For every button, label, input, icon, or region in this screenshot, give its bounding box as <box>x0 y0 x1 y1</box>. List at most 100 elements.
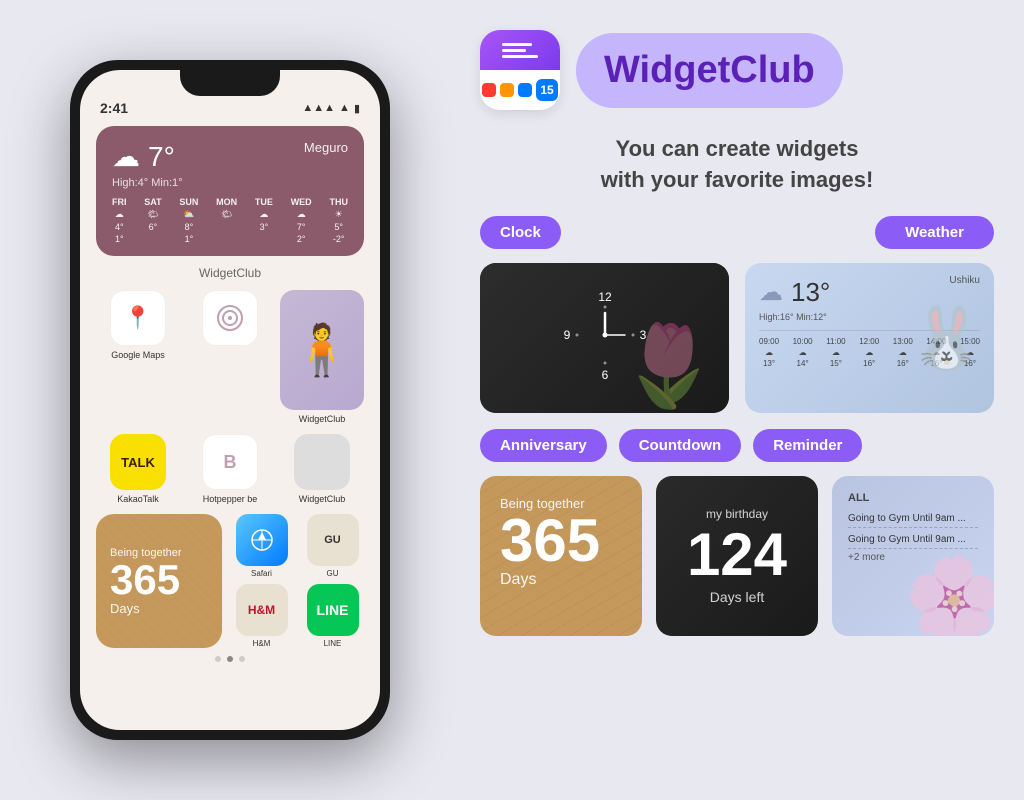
day-mon: MON <box>216 197 237 207</box>
logo-dot-blue <box>518 83 532 97</box>
cloud-icon: ☁ <box>112 140 140 173</box>
app-item-hm[interactable]: H&M H&M <box>230 584 293 648</box>
day-sun: SUN <box>179 197 198 207</box>
app-item-widgetclub-photo[interactable]: 🧍 WidgetClub <box>280 290 364 424</box>
day-wed-icon: ☁ <box>297 209 306 220</box>
anniversary-content: Being together 365 Days <box>480 476 642 609</box>
day-fri: FRI <box>112 197 127 207</box>
phone-weather-widget[interactable]: ☁ 7° Meguro High:4° Min:1° FRI☁4°1° SAT🌤… <box>96 126 364 256</box>
safari-name: Safari <box>251 569 272 578</box>
app-item-line[interactable]: LINE LINE <box>301 584 364 648</box>
widgetclub2-app-name: WidgetClub <box>299 494 346 504</box>
day-sat: SAT <box>144 197 161 207</box>
page-dots <box>96 656 364 662</box>
maps-app-name: Google Maps <box>111 350 165 360</box>
kakao-app-icon: TALK <box>110 434 166 490</box>
weather-preview-temp: 13° <box>791 277 830 308</box>
countdown-title: my birthday <box>706 507 768 521</box>
anniversary-btn[interactable]: Anniversary <box>480 429 607 462</box>
anniversary-widget-preview[interactable]: Being together 365 Days <box>480 476 642 636</box>
weather-widget-preview[interactable]: 🐰 ☁ 13° Ushiku High:16° Min:12° 09:00☁13… <box>745 263 994 413</box>
gu-icon: GU <box>307 514 359 566</box>
countdown-btn[interactable]: Countdown <box>619 429 741 462</box>
target-app-icon <box>202 290 258 346</box>
logo-top <box>480 30 560 70</box>
preview-row-top: 🌷 12 3 6 9 <box>480 263 994 413</box>
app-header: 15 WidgetClub <box>480 30 994 110</box>
tagline-line2: with your favorite images! <box>480 165 994 196</box>
phone-weather-days: FRI☁4°1° SAT🌤6° SUN⛅8°1° MON🌤 TUE☁3° WED… <box>112 197 348 244</box>
weather-preview-location: Ushiku <box>949 275 980 286</box>
logo-line-1 <box>502 43 532 46</box>
reminder-item-1: Going to Gym Until 9am ... <box>848 510 978 528</box>
app-item-gu[interactable]: GU GU <box>301 514 364 578</box>
line-icon: LINE <box>307 584 359 636</box>
app-item-kakao[interactable]: TALK KakaoTalk <box>96 434 180 504</box>
phone-bottom-row: Being together 365 Days Safari H&M <box>96 514 364 648</box>
weather-btn[interactable]: Weather <box>875 216 994 249</box>
reminder-item-2: Going to Gym Until 9am ... <box>848 531 978 549</box>
right-panel: 15 WidgetClub You can create widgets wit… <box>460 0 1024 800</box>
clock-btn[interactable]: Clock <box>480 216 561 249</box>
app-logo: 15 <box>480 30 560 110</box>
maps-app-icon: 📍 <box>110 290 166 346</box>
countdown-number: 124 <box>687 525 787 585</box>
logo-dot-red <box>482 83 496 97</box>
line-name: LINE <box>324 639 342 648</box>
day-wed: WED <box>291 197 312 207</box>
tagline-line1: You can create widgets <box>480 134 994 165</box>
phone-weather-location: Meguro <box>304 140 348 155</box>
location-pin-icon: 📍 <box>124 305 151 331</box>
cloud-h1: ☁ <box>765 348 773 357</box>
category-row-bottom: Anniversary Countdown Reminder <box>480 429 994 462</box>
day-sat-icon: 🌤 <box>147 209 158 220</box>
hm-name: H&M <box>253 639 271 648</box>
widgetclub2-app-icon <box>294 434 350 490</box>
clock-widget-preview[interactable]: 🌷 12 3 6 9 <box>480 263 729 413</box>
dot-3[interactable] <box>239 656 245 662</box>
app-item-target[interactable] <box>188 290 272 424</box>
app-item-maps[interactable]: 📍 Google Maps <box>96 290 180 424</box>
kakao-app-name: KakaoTalk <box>117 494 159 504</box>
phone-weather-temp: 7° <box>148 141 175 173</box>
dot-1[interactable] <box>215 656 221 662</box>
cloud-h2: ☁ <box>799 348 807 357</box>
day-thu-icon: ☀ <box>335 209 343 220</box>
day-mon-icon: 🌤 <box>221 209 232 220</box>
hotpepper-app-icon: B <box>202 434 258 490</box>
countdown-widget-preview[interactable]: my birthday 124 Days left <box>656 476 818 636</box>
hotpepper-app-name: Hotpepper be <box>203 494 258 504</box>
phone-content: 2:41 ▲▲▲ ▲ ▮ ☁ 7° Meguro <box>80 70 380 730</box>
status-bar: 2:41 ▲▲▲ ▲ ▮ <box>96 100 364 116</box>
logo-dot-orange <box>500 83 514 97</box>
dot-2[interactable] <box>227 656 233 662</box>
cloud-h4: ☁ <box>865 348 873 357</box>
wifi-icon: ▲ <box>339 102 350 114</box>
gu-name: GU <box>327 569 339 578</box>
day-tue-icon: ☁ <box>259 209 268 220</box>
person-icon: 🧍 <box>291 321 353 380</box>
clock-face: 12 3 6 9 <box>555 285 655 390</box>
tagline: You can create widgets with your favorit… <box>480 134 994 196</box>
reminder-widget-preview[interactable]: 🌸 ALL Going to Gym Until 9am ... Going t… <box>832 476 994 636</box>
phone-device: 2:41 ▲▲▲ ▲ ▮ ☁ 7° Meguro <box>70 60 390 740</box>
small-apps-col2: GU GU LINE LINE <box>301 514 364 648</box>
logo-line-2 <box>502 49 526 52</box>
app-title: WidgetClub <box>604 49 815 92</box>
app-item-safari[interactable]: Safari <box>230 514 293 578</box>
day-fri-icon: ☁ <box>115 209 124 220</box>
anni-number: 365 <box>500 511 622 571</box>
safari-icon <box>236 514 288 566</box>
reminder-btn[interactable]: Reminder <box>753 429 862 462</box>
cloud-h5: ☁ <box>899 348 907 357</box>
status-icons: ▲▲▲ ▲ ▮ <box>302 102 360 115</box>
battery-icon: ▮ <box>354 102 360 115</box>
svg-text:6: 6 <box>601 368 608 382</box>
app-item-hotpepper[interactable]: B Hotpepper be <box>188 434 272 504</box>
hm-icon: H&M <box>236 584 288 636</box>
app-grid-row2: TALK KakaoTalk B Hotpepper be WidgetClub <box>96 434 364 504</box>
phone-anniversary-widget[interactable]: Being together 365 Days <box>96 514 222 648</box>
category-row-top: Clock Weather <box>480 216 994 249</box>
day-sun-icon: ⛅ <box>183 209 194 220</box>
app-item-widgetclub2[interactable]: WidgetClub <box>280 434 364 504</box>
